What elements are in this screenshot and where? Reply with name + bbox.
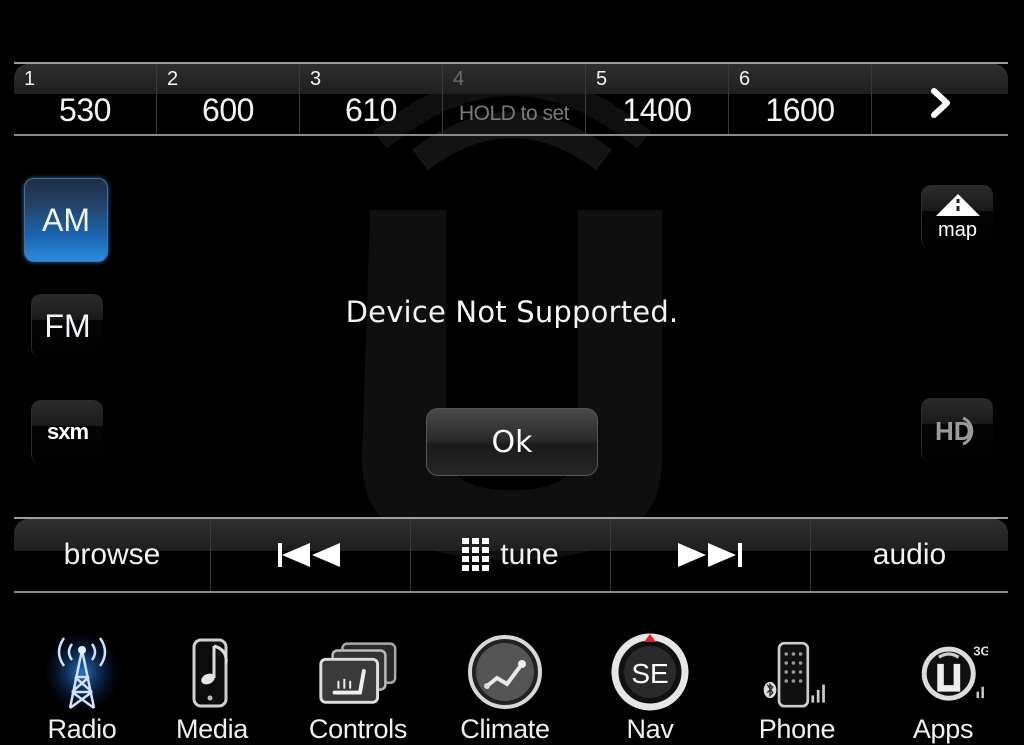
- audio-label: audio: [872, 538, 947, 571]
- nav-label: Controls: [308, 714, 408, 744]
- next-presets-button[interactable]: [872, 64, 1008, 134]
- browse-button[interactable]: browse: [14, 519, 211, 591]
- dialog-message: Device Not Supported.: [345, 295, 679, 329]
- preset-frequency: 1600: [765, 92, 835, 128]
- road-map-icon: [935, 193, 980, 216]
- preset-frequency: 610: [345, 92, 397, 128]
- media-phone-note-icon: [167, 632, 257, 712]
- compass-heading: SE: [631, 658, 668, 689]
- map-button[interactable]: map: [921, 185, 993, 249]
- hd-radio-button[interactable]: HD: [921, 398, 993, 462]
- seat-controls-icon: [313, 632, 403, 712]
- preset-number: 2: [167, 68, 179, 90]
- hd-radio-icon: HD: [935, 416, 973, 446]
- preset-frequency: 600: [202, 92, 254, 128]
- browse-label: browse: [63, 538, 161, 571]
- nav-label: Phone: [758, 714, 836, 744]
- map-label: map: [938, 218, 977, 241]
- nav-label: Climate: [460, 714, 550, 744]
- preset-frequency: 1400: [622, 92, 692, 128]
- preset-3[interactable]: 3 610: [300, 64, 443, 134]
- seek-forward-icon: [677, 543, 742, 567]
- preset-4[interactable]: 4 HOLD to set: [443, 64, 586, 134]
- preset-number: 3: [310, 68, 322, 90]
- seek-back-button[interactable]: [211, 519, 411, 591]
- nav-label: Radio: [47, 714, 117, 744]
- nav-controls[interactable]: Controls: [293, 632, 423, 745]
- preset-hold-hint: HOLD to set: [458, 102, 570, 125]
- compass-icon: SE: [605, 632, 695, 712]
- nav-apps[interactable]: 3G Apps: [878, 632, 1008, 745]
- control-bar: browse tune audio: [14, 517, 1008, 593]
- network-type: 3G: [973, 644, 988, 659]
- ok-button[interactable]: Ok: [426, 408, 598, 476]
- preset-2[interactable]: 2 600: [157, 64, 300, 134]
- am-band-button[interactable]: AM: [24, 178, 108, 262]
- phone-keypad-icon: [752, 632, 842, 712]
- nav-label: Apps: [912, 714, 974, 744]
- nav-media[interactable]: Media: [147, 632, 277, 745]
- nav-climate[interactable]: Climate: [440, 632, 570, 745]
- sxm-label: sxm: [46, 419, 89, 444]
- preset-number: 5: [596, 68, 608, 90]
- preset-bar: 1 530 2 600 3 610 4 HOLD to set 5 1400 6…: [14, 62, 1008, 136]
- tune-label: tune: [500, 538, 559, 571]
- seek-back-icon: [277, 543, 340, 567]
- nav-navigation[interactable]: SE Nav: [585, 632, 715, 745]
- preset-5[interactable]: 5 1400: [586, 64, 729, 134]
- preset-number: 1: [24, 68, 36, 90]
- preset-1[interactable]: 1 530: [14, 64, 157, 134]
- tune-button[interactable]: tune: [411, 519, 611, 591]
- keypad-grid-icon: [462, 538, 490, 572]
- nav-label: Nav: [626, 714, 674, 744]
- radio-tower-icon: [37, 632, 127, 712]
- audio-button[interactable]: audio: [811, 519, 1008, 591]
- climate-icon: [460, 632, 550, 712]
- preset-frequency: 530: [59, 92, 111, 128]
- nav-radio[interactable]: Radio: [17, 632, 147, 745]
- chevron-right-icon: [931, 88, 950, 118]
- preset-number: 4: [453, 68, 465, 90]
- preset-number: 6: [739, 68, 751, 90]
- uconnect-apps-icon: 3G: [898, 632, 988, 712]
- nav-label: Media: [175, 714, 249, 744]
- seek-forward-button[interactable]: [611, 519, 811, 591]
- sxm-band-button[interactable]: sxm: [31, 400, 103, 464]
- nav-phone[interactable]: Phone: [732, 632, 862, 745]
- preset-6[interactable]: 6 1600: [729, 64, 872, 134]
- am-label: AM: [42, 201, 90, 238]
